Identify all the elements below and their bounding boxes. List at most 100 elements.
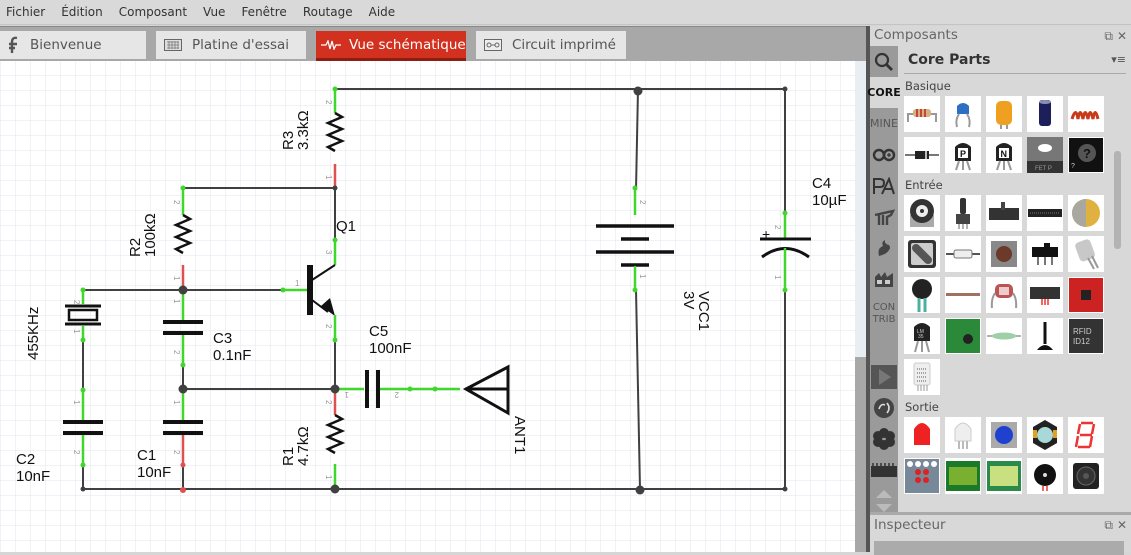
bin-tab-ic[interactable]	[870, 454, 898, 485]
part-rgb-led[interactable]	[986, 417, 1022, 453]
part-ir-sensor[interactable]	[1027, 277, 1063, 313]
menu-aide[interactable]: Aide	[363, 5, 402, 19]
panel-title: Composants	[874, 27, 958, 43]
junction	[330, 484, 340, 494]
pin-number: 2	[773, 225, 782, 230]
part-rfid-reader[interactable]: RFID ID12	[1068, 318, 1104, 354]
bin-tab-flower[interactable]	[870, 423, 898, 454]
part-resistor[interactable]	[904, 96, 940, 132]
canvas-vertical-scrollbar[interactable]	[855, 61, 866, 552]
bin-tab-play[interactable]	[870, 361, 898, 392]
close-icon[interactable]: ✕	[1117, 29, 1127, 44]
part-piezo[interactable]	[1068, 195, 1104, 231]
part-potentiometer[interactable]	[904, 195, 940, 231]
components-panel: Composants ⧉ ✕ CORE MINE CON TRIB Core P…	[867, 26, 1131, 512]
part-buzzer[interactable]	[1027, 458, 1063, 494]
part-led-matrix[interactable]	[904, 458, 940, 494]
float-icon[interactable]: ⧉	[1104, 29, 1113, 44]
scrollbar-thumb[interactable]	[855, 357, 866, 552]
part-electrolytic-capacitor[interactable]	[1027, 96, 1063, 132]
pin-number: 1	[344, 390, 349, 399]
part-tantalum-capacitor[interactable]	[986, 96, 1022, 132]
part-white-led[interactable]	[945, 417, 981, 453]
part-bluetooth-module[interactable]	[945, 318, 981, 354]
menu-edition[interactable]: Édition	[55, 5, 109, 19]
bin-tab-pa[interactable]	[870, 170, 898, 201]
close-icon[interactable]: ✕	[1117, 518, 1127, 533]
part-dip-switch[interactable]	[1027, 195, 1063, 231]
part-photocell[interactable]	[986, 277, 1022, 313]
part-slide-potentiometer[interactable]	[945, 195, 981, 231]
part-red-led[interactable]	[904, 417, 940, 453]
tab-bienvenue[interactable]: Bienvenue	[0, 31, 146, 59]
part-pnp-transistor[interactable]: P	[945, 137, 981, 173]
ant1-label: ANT1	[511, 416, 528, 454]
part-reed-relay[interactable]	[986, 318, 1022, 354]
svg-text:P: P	[960, 149, 966, 159]
pin-number: 1	[638, 274, 647, 279]
bin-menu-icon[interactable]: ▾≡	[1111, 53, 1126, 66]
menu-fichier[interactable]: Fichier	[0, 5, 51, 19]
pin-number: 2	[638, 200, 647, 205]
menu-vue[interactable]: Vue	[197, 5, 231, 19]
ref-label: ANT1	[511, 416, 528, 454]
value-label: 100kΩ	[142, 213, 159, 257]
pin-number: 2	[172, 200, 181, 205]
scroll-up-button[interactable]	[870, 485, 898, 501]
part-tilt-switch[interactable]	[1068, 236, 1104, 272]
tab-circuit-imprime[interactable]: Circuit imprimé	[476, 31, 626, 59]
part-lcd-graphic[interactable]	[986, 458, 1022, 494]
part-slide-switch[interactable]	[1027, 236, 1063, 272]
bin-tab-lilypad[interactable]	[870, 392, 898, 423]
part-seven-segment-display[interactable]	[1068, 417, 1104, 453]
scrollbar-thumb[interactable]	[1114, 151, 1121, 249]
part-fsr[interactable]	[904, 277, 940, 313]
part-npn-transistor[interactable]: N	[986, 137, 1022, 173]
part-inductor[interactable]	[1068, 96, 1104, 132]
bin-tab-core[interactable]: CORE	[867, 77, 901, 108]
parts-grid-entree: LM 35 RFID ID12	[904, 195, 1114, 395]
part-rotary-potentiometer[interactable]	[986, 195, 1022, 231]
part-pushbutton[interactable]	[986, 236, 1022, 272]
svg-text:ID12: ID12	[1073, 337, 1090, 346]
menu-routage[interactable]: Routage	[297, 5, 359, 19]
bin-tabs: CORE MINE CON TRIB	[867, 46, 901, 512]
part-temperature-sensor[interactable]: LM 35	[904, 318, 940, 354]
tab-label: Circuit imprimé	[512, 37, 616, 53]
pin-number: 1	[72, 329, 81, 334]
part-mystery-part[interactable]: ??	[1068, 137, 1104, 173]
parts-grid-sortie	[904, 417, 1114, 494]
schematic-canvas[interactable]: + 2 1 2 1 1 2 1 2 2 1 1 2 3 1 2 2 1 1 2 …	[0, 61, 855, 552]
bin-tab-contrib[interactable]: CON TRIB	[870, 294, 898, 334]
part-flex-sensor[interactable]	[945, 277, 981, 313]
value-label: 3V	[680, 291, 697, 309]
bin-tab-snootlab[interactable]	[870, 263, 898, 294]
part-accelerometer[interactable]	[1068, 277, 1104, 313]
pin-number: 1	[773, 275, 782, 280]
float-icon[interactable]: ⧉	[1104, 518, 1113, 533]
part-ceramic-capacitor[interactable]	[945, 96, 981, 132]
part-diode[interactable]	[904, 137, 940, 173]
pin-number: 1	[172, 299, 181, 304]
bin-tab-search[interactable]	[870, 46, 898, 77]
part-power-led[interactable]	[1027, 417, 1063, 453]
svg-text:?: ?	[1083, 146, 1091, 161]
parts-scrollbar[interactable]	[1114, 83, 1122, 503]
part-joystick[interactable]	[1027, 318, 1063, 354]
part-lcd-display[interactable]	[945, 458, 981, 494]
menu-fenetre[interactable]: Fenêtre	[235, 5, 292, 19]
bin-tab-mine[interactable]: MINE	[870, 108, 898, 139]
part-fet-transistor[interactable]: FET P	[1027, 137, 1063, 173]
part-humidity-sensor[interactable]	[904, 359, 940, 395]
tab-vue-schematique[interactable]: Vue schématique	[316, 31, 466, 62]
part-speaker[interactable]	[1068, 458, 1104, 494]
grid-background	[0, 61, 855, 552]
bin-tab-sparkfun[interactable]	[870, 232, 898, 263]
tab-platine[interactable]: Platine d'essai	[156, 31, 306, 59]
bin-tab-seeed[interactable]	[870, 201, 898, 232]
part-rotary-encoder[interactable]	[904, 236, 940, 272]
bin-tab-arduino[interactable]	[870, 139, 898, 170]
panel-title: Inspecteur	[874, 517, 946, 533]
part-reed-switch[interactable]	[945, 236, 981, 272]
menu-composant[interactable]: Composant	[113, 5, 193, 19]
